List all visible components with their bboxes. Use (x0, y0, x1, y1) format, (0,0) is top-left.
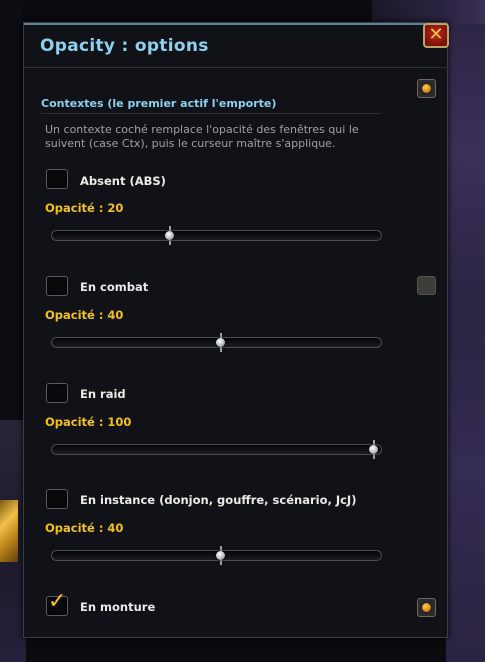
close-button[interactable]: ✕ (423, 23, 449, 48)
background-scene-top (372, 0, 485, 24)
section-title: Contextes (le premier actif l'emporte) (41, 97, 277, 110)
opacity-slider-combat[interactable] (51, 333, 382, 352)
opacity-label-instance: Opacité : 40 (45, 521, 124, 535)
label-mount: En monture (80, 600, 156, 614)
options-window: Opacity : options ✕ Contextes (le premie… (23, 22, 449, 638)
label-combat: En combat (80, 280, 149, 294)
opacity-label-absent: Opacité : 20 (45, 201, 124, 215)
section-divider (41, 113, 381, 114)
slider-thumb[interactable] (165, 226, 174, 245)
opacity-label-raid: Opacité : 100 (45, 415, 132, 429)
checkbox-instance[interactable] (46, 489, 68, 509)
background-gold-artwork (0, 500, 18, 562)
opacity-label-combat: Opacité : 40 (45, 308, 124, 322)
scroll-up-icon (422, 84, 431, 93)
close-icon: ✕ (428, 24, 444, 45)
slider-thumb[interactable] (216, 333, 225, 352)
title-divider (24, 67, 449, 68)
scroll-up-button[interactable] (417, 79, 436, 98)
opacity-slider-absent[interactable] (51, 226, 382, 245)
scroll-down-button[interactable] (417, 598, 436, 617)
checkbox-raid[interactable] (46, 383, 68, 403)
opacity-slider-instance[interactable] (51, 546, 382, 565)
checkbox-absent[interactable] (46, 169, 68, 189)
window-title: Opacity : options (40, 36, 209, 56)
checkbox-mount[interactable]: ✓ (46, 591, 68, 616)
label-raid: En raid (80, 387, 126, 401)
opacity-slider-raid[interactable] (51, 440, 382, 459)
checkmark-icon: ✓ (48, 589, 67, 614)
scroll-down-icon (422, 603, 431, 612)
background-scene-right (446, 24, 485, 662)
label-instance: En instance (donjon, gouffre, scénario, … (80, 493, 357, 507)
slider-thumb[interactable] (216, 546, 225, 565)
label-absent: Absent (ABS) (80, 174, 166, 188)
window-top-border (24, 23, 447, 25)
section-description: Un contexte coché remplace l'opacité des… (45, 123, 359, 150)
checkbox-combat[interactable] (46, 276, 68, 296)
scroll-thumb[interactable] (417, 276, 436, 295)
slider-thumb[interactable] (369, 440, 378, 459)
